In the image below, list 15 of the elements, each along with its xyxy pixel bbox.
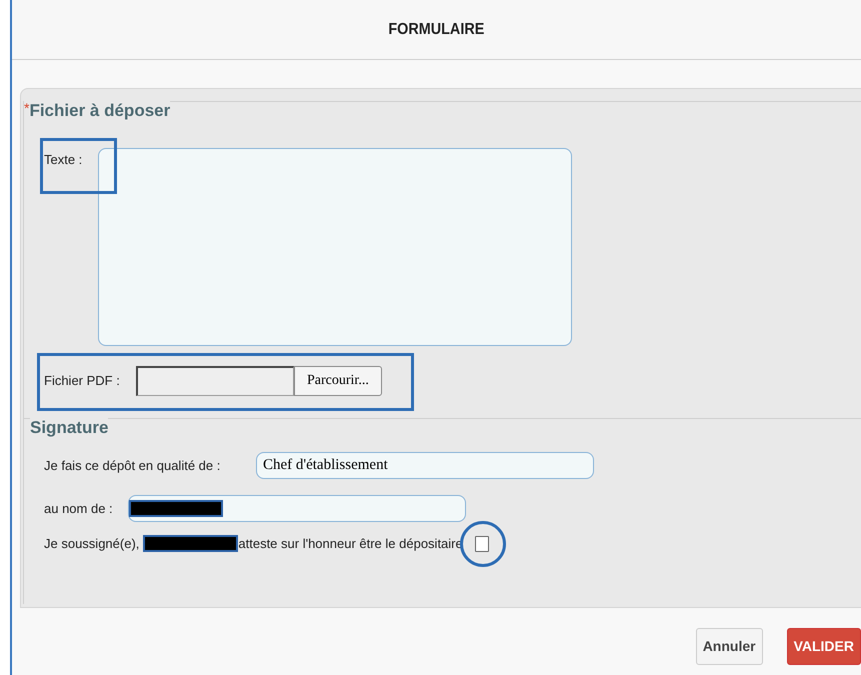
file-path-field[interactable]	[136, 366, 294, 396]
attest-text: Je soussigné(e),	[44, 535, 140, 553]
submit-button[interactable]: VALIDER	[786, 628, 861, 665]
window-title: FORMULAIRE	[388, 20, 484, 40]
field-label: Texte :	[44, 150, 84, 168]
field-label: au nom de :	[44, 500, 114, 518]
checkbox[interactable]	[474, 536, 489, 552]
quality-field[interactable]: Chef d'établissement	[256, 452, 594, 479]
attest-text: atteste sur l'honneur être le dépositaire	[238, 535, 463, 553]
name-field[interactable]	[128, 495, 466, 522]
field-label: Fichier PDF :	[44, 372, 121, 390]
annotation-circle	[460, 520, 506, 567]
field-label: Je fais ce dépôt en qualité de :	[44, 456, 222, 475]
browse-button[interactable]: Parcourir...	[294, 366, 382, 396]
cancel-button[interactable]: Annuler	[696, 628, 763, 665]
